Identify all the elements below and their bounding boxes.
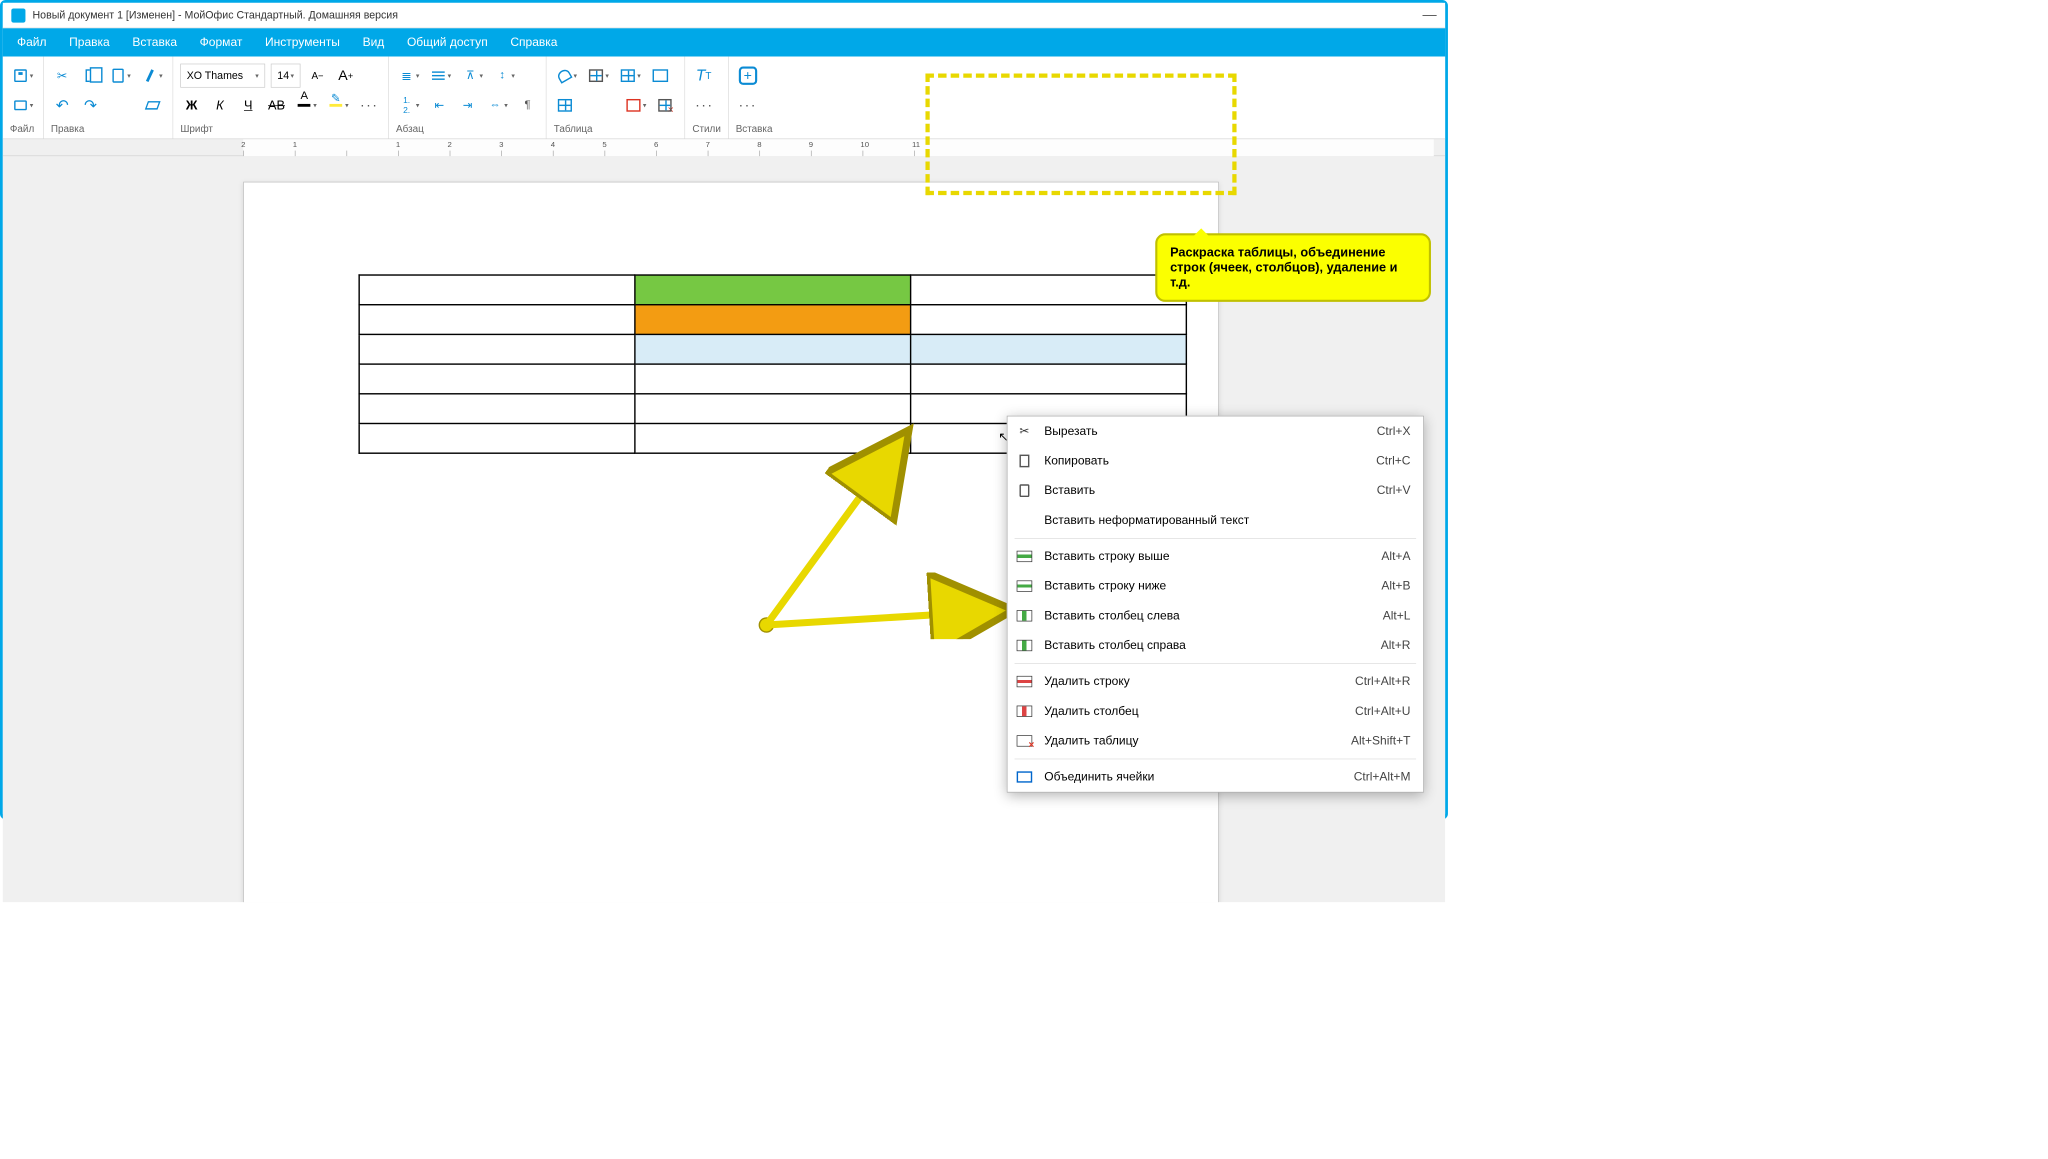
bullet-list-button[interactable]: ≣▾: [396, 64, 422, 87]
group-font: XO Thames▾ 14▾ A− A+ Ж К Ч AB ▾ ▾ ··· Шр…: [173, 57, 389, 139]
font-size-select[interactable]: 14▾: [271, 64, 301, 88]
cm-del-col[interactable]: Удалить столбецCtrl+Alt+U: [1007, 696, 1423, 726]
font-name-select[interactable]: XO Thames▾: [180, 64, 265, 88]
group-table: ▾ ▾ ▾ ▾ ✕ Таблица: [547, 57, 686, 139]
menu-insert[interactable]: Вставка: [121, 28, 188, 56]
cm-del-table[interactable]: Удалить таблицуAlt+Shift+T: [1007, 726, 1423, 756]
menu-help[interactable]: Справка: [499, 28, 569, 56]
cm-col-right[interactable]: Вставить столбец справаAlt+R: [1007, 631, 1423, 661]
group-paragraph: ≣▾ ▾ ⊼▾ ↕▾ 1.2.▾ ⇤ ⇥ ⇔▾ ¶ Абзац: [389, 57, 547, 139]
group-styles: TT ··· Стили: [685, 57, 728, 139]
delete-table-button[interactable]: ✕: [655, 94, 678, 117]
cm-col-left[interactable]: Вставить столбец слеваAlt+L: [1007, 601, 1423, 631]
underline-button[interactable]: Ч: [237, 94, 260, 117]
italic-button[interactable]: К: [209, 94, 232, 117]
cm-del-row[interactable]: Удалить строкуCtrl+Alt+R: [1007, 667, 1423, 697]
menu-tools[interactable]: Инструменты: [254, 28, 352, 56]
copy-button[interactable]: [79, 64, 102, 87]
insert-more-button[interactable]: ···: [736, 94, 760, 117]
annotation-callout: Раскраска таблицы, объединение строк (яч…: [1155, 233, 1431, 302]
format-painter-button[interactable]: ▾: [139, 64, 165, 87]
cm-row-above[interactable]: Вставить строку вышеAlt+A: [1007, 542, 1423, 572]
delete-row-button[interactable]: ▾: [623, 94, 649, 117]
cm-row-below[interactable]: Вставить строку нижеAlt+B: [1007, 571, 1423, 601]
ruler[interactable]: 2 1 1 2 3 4 5 6 7 8 9 10 11: [3, 139, 1445, 156]
save-button[interactable]: ▾: [10, 64, 36, 87]
styles-more-button[interactable]: ···: [692, 94, 716, 117]
line-spacing-button[interactable]: ↕▾: [492, 64, 518, 87]
menu-edit[interactable]: Правка: [58, 28, 121, 56]
clear-format-button[interactable]: [141, 94, 164, 117]
cm-paste-plain[interactable]: Вставить неформатированный текст: [1007, 506, 1423, 536]
menu-format[interactable]: Формат: [188, 28, 253, 56]
cm-paste[interactable]: ВставитьCtrl+V: [1007, 476, 1423, 506]
menu-share[interactable]: Общий доступ: [396, 28, 499, 56]
numbered-list-button[interactable]: 1.2.▾: [396, 94, 422, 117]
undo-button[interactable]: ↶: [51, 94, 74, 117]
menu-file[interactable]: Файл: [6, 28, 58, 56]
merge-cells-button[interactable]: [649, 64, 672, 87]
bold-button[interactable]: Ж: [180, 94, 203, 117]
print-button[interactable]: ▾: [10, 94, 36, 117]
group-insert: + ··· Вставка: [729, 57, 780, 139]
menu-view[interactable]: Вид: [351, 28, 395, 56]
cm-cut[interactable]: ВырезатьCtrl+X: [1007, 416, 1423, 446]
title-bar: Новый документ 1 [Изменен] - МойОфис Ста…: [3, 3, 1445, 28]
menu-bar: Файл Правка Вставка Формат Инструменты В…: [3, 28, 1445, 56]
insert-row-button[interactable]: ▾: [617, 64, 643, 87]
insert-button[interactable]: +: [736, 64, 760, 87]
borders-button[interactable]: ▾: [586, 64, 612, 87]
decrease-indent-button[interactable]: ⇤: [428, 94, 451, 117]
group-file: ▾ ▾ Файл: [3, 57, 44, 139]
cm-merge[interactable]: Объединить ячейкиCtrl+Alt+M: [1007, 762, 1423, 792]
cell-fill-button[interactable]: ▾: [554, 64, 580, 87]
show-marks-button[interactable]: ¶: [516, 94, 539, 117]
toolbar: ▾ ▾ Файл ✂ ▾ ▾ ↶ ↶ Правка XO Thames▾ 14▾…: [3, 57, 1445, 140]
window-title: Новый документ 1 [Изменен] - МойОфис Ста…: [33, 9, 398, 21]
redo-button[interactable]: ↶: [79, 94, 102, 117]
paste-button[interactable]: ▾: [107, 64, 133, 87]
align-button[interactable]: ▾: [428, 64, 454, 87]
spacing-button[interactable]: ⇔▾: [484, 94, 510, 117]
vertical-align-button[interactable]: ⊼▾: [460, 64, 486, 87]
styles-button[interactable]: TT: [692, 64, 715, 87]
minimize-button[interactable]: —: [1422, 7, 1436, 23]
font-color-button[interactable]: ▾: [293, 94, 319, 117]
decrease-font-button[interactable]: A−: [306, 64, 329, 87]
increase-indent-button[interactable]: ⇥: [456, 94, 479, 117]
strikethrough-button[interactable]: AB: [265, 94, 288, 117]
group-edit: ✂ ▾ ▾ ↶ ↶ Правка: [44, 57, 173, 139]
font-more-button[interactable]: ···: [357, 94, 381, 117]
cm-copy[interactable]: КопироватьCtrl+C: [1007, 446, 1423, 476]
cut-button[interactable]: ✂: [51, 64, 74, 87]
increase-font-button[interactable]: A+: [334, 64, 357, 87]
cell-size-button[interactable]: [554, 94, 577, 117]
context-menu: ВырезатьCtrl+X КопироватьCtrl+C Вставить…: [1007, 416, 1424, 793]
highlight-button[interactable]: ▾: [325, 94, 351, 117]
app-icon: [11, 8, 25, 22]
